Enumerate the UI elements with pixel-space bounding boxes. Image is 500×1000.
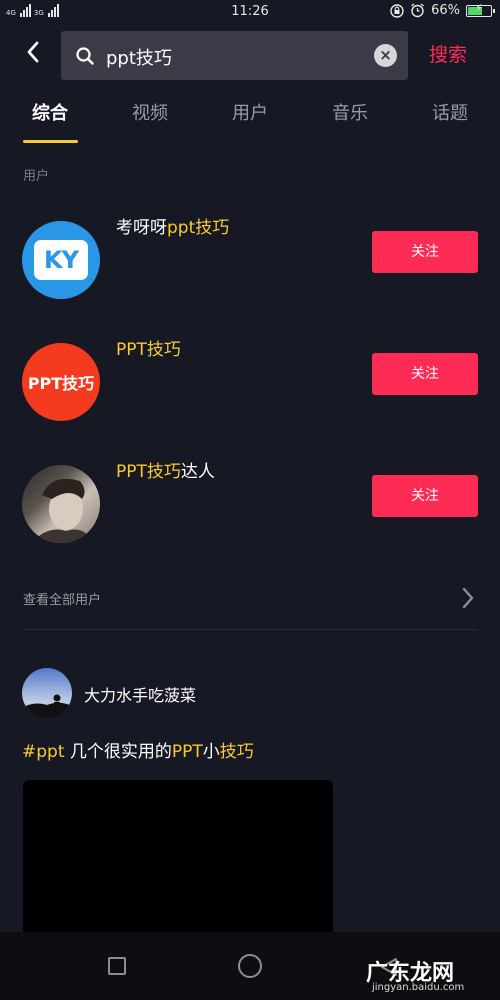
search-query: ppt技巧 (106, 48, 172, 69)
user-name-highlight: PPT技巧 (116, 340, 181, 360)
recent-apps-icon[interactable] (108, 957, 126, 975)
active-tab-indicator (23, 140, 78, 143)
avatar-logo: KY (34, 240, 88, 280)
search-icon (76, 47, 94, 65)
avatar[interactable]: KY (22, 221, 100, 299)
post-author-avatar[interactable] (22, 668, 72, 718)
see-all-users-link[interactable]: 查看全部用户 (23, 589, 101, 608)
tab-videos[interactable]: 视频 (120, 99, 180, 125)
users-section-label: 用户 (23, 169, 50, 184)
search-button[interactable]: 搜索 (429, 40, 467, 67)
watermark-url: jingyan.baidu.com (372, 982, 465, 993)
post-title[interactable]: #ppt 几个很实用的PPT小技巧 (22, 737, 254, 762)
lock-rotation-icon (390, 3, 404, 18)
alarm-icon (411, 3, 424, 18)
post-title-text: 几个很实用的 (64, 742, 172, 762)
user-item[interactable]: KY 考呀呀ppt技巧 关注 (0, 218, 500, 321)
avatar[interactable]: PPT技巧 (22, 343, 100, 421)
clear-icon[interactable]: × (374, 44, 397, 67)
tab-topics[interactable]: 话题 (420, 99, 480, 125)
divider (23, 629, 477, 630)
user-item[interactable]: PPT技巧达人 关注 (0, 462, 500, 565)
user-name-text: 达人 (180, 462, 215, 482)
user-name: 考呀呀ppt技巧 (116, 213, 229, 238)
search-input[interactable]: ppt技巧 × (61, 31, 408, 80)
tab-users[interactable]: 用户 (220, 99, 280, 125)
user-item[interactable]: PPT技巧 PPT技巧 关注 (0, 340, 500, 443)
user-name-highlight: PPT技巧 (116, 462, 181, 482)
post-title-highlight: 技巧 (219, 742, 254, 762)
chevron-right-icon[interactable] (458, 586, 478, 610)
avatar-logo-text: KY (44, 246, 79, 274)
battery-percent: 66% (431, 3, 460, 18)
result-tabs: 综合 视频 用户 音乐 话题 (0, 96, 500, 146)
post-hashtag[interactable]: #ppt (22, 742, 65, 762)
video-thumbnail[interactable] (23, 780, 333, 940)
follow-button[interactable]: 关注 (372, 231, 478, 273)
post-title-text: 小 (202, 742, 220, 762)
avatar-image (22, 668, 72, 718)
follow-button[interactable]: 关注 (372, 475, 478, 517)
post-title-highlight: PPT (171, 742, 203, 762)
battery-icon: ⚡ (466, 3, 495, 17)
tab-music[interactable]: 音乐 (320, 99, 380, 125)
user-name-highlight: ppt技巧 (167, 218, 230, 238)
avatar-logo-text: PPT技巧 (27, 374, 95, 393)
post-author-name[interactable]: 大力水手吃菠菜 (84, 682, 196, 706)
status-right: 66% ⚡ (390, 3, 495, 18)
tab-all[interactable]: 综合 (20, 99, 80, 125)
search-header: ppt技巧 × 搜索 (0, 28, 500, 84)
avatar[interactable] (22, 465, 100, 543)
user-name-text: 考呀呀 (116, 218, 167, 238)
back-arrow-icon[interactable] (20, 38, 48, 66)
portrait-image (32, 478, 94, 543)
user-name: PPT技巧达人 (116, 457, 215, 482)
user-name: PPT技巧 (116, 335, 181, 360)
home-icon[interactable] (238, 954, 262, 978)
status-bar: 4G 3G 11:26 66% ⚡ (0, 0, 500, 24)
follow-button[interactable]: 关注 (372, 353, 478, 395)
